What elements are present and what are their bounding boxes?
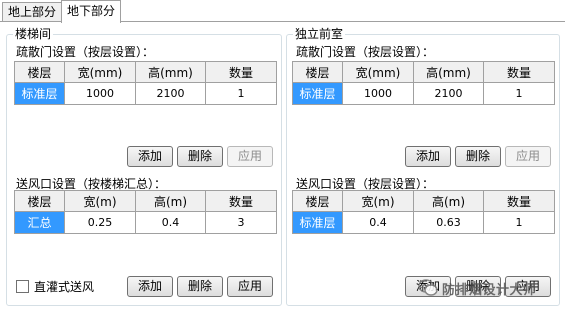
stair-door-table: 楼层 宽(mm) 高(mm) 数量 标准层 1000 2100 1 (14, 61, 277, 105)
stair-vent-delete-button[interactable]: 删除 (177, 276, 223, 297)
wechat-icon (418, 279, 438, 296)
stair-door-add-button[interactable]: 添加 (127, 146, 173, 167)
column-header-width: 宽(m) (342, 190, 414, 212)
column-header-floor: 楼层 (292, 61, 343, 83)
antechamber-door-add-button[interactable]: 添加 (405, 146, 451, 167)
width-cell[interactable]: 0.25 (64, 211, 136, 234)
direct-supply-checkbox-row[interactable]: 直灌式送风 (16, 278, 94, 294)
column-header-count: 数量 (483, 61, 555, 83)
height-cell[interactable]: 2100 (413, 82, 484, 105)
width-cell[interactable]: 1000 (64, 82, 136, 105)
floor-cell[interactable]: 汇总 (14, 211, 65, 234)
stair-vent-add-button[interactable]: 添加 (127, 276, 173, 297)
antechamber-vent-table: 楼层 宽(m) 高(m) 数量 标准层 0.4 0.63 1 (292, 190, 555, 234)
stair-vent-apply-button[interactable]: 应用 (227, 276, 273, 297)
count-cell[interactable]: 1 (483, 82, 555, 105)
width-cell[interactable]: 1000 (342, 82, 414, 105)
width-cell[interactable]: 0.4 (342, 211, 414, 234)
column-header-width: 宽(mm) (64, 61, 136, 83)
table-row[interactable]: 标准层 1000 2100 1 (292, 82, 555, 105)
column-header-floor: 楼层 (14, 190, 65, 212)
stair-vent-table: 楼层 宽(m) 高(m) 数量 汇总 0.25 0.4 3 (14, 190, 277, 234)
antechamber-door-settings-label: 疏散门设置（按层设置）： (296, 45, 435, 59)
count-cell[interactable]: 3 (205, 211, 277, 234)
count-cell[interactable]: 1 (483, 211, 555, 234)
table-header-row: 楼层 宽(m) 高(m) 数量 (292, 190, 555, 212)
column-header-count: 数量 (205, 61, 277, 83)
table-row[interactable]: 汇总 0.25 0.4 3 (14, 211, 277, 234)
table-header-row: 楼层 宽(mm) 高(mm) 数量 (14, 61, 277, 83)
stair-door-apply-button[interactable]: 应用 (227, 146, 273, 167)
table-header-row: 楼层 宽(mm) 高(mm) 数量 (292, 61, 555, 83)
table-row[interactable]: 标准层 1000 2100 1 (14, 82, 277, 105)
column-header-count: 数量 (483, 190, 555, 212)
column-header-height: 高(mm) (413, 61, 484, 83)
count-cell[interactable]: 1 (205, 82, 277, 105)
floor-cell[interactable]: 标准层 (14, 82, 65, 105)
column-header-floor: 楼层 (292, 190, 343, 212)
floor-cell[interactable]: 标准层 (292, 82, 343, 105)
tab-above-ground[interactable]: 地上部分 (2, 2, 62, 22)
direct-supply-label: 直灌式送风 (34, 279, 95, 294)
height-cell[interactable]: 0.4 (135, 211, 206, 234)
column-header-floor: 楼层 (14, 61, 65, 83)
watermark-text: 防排烟设计大师 (442, 282, 537, 298)
column-header-width: 宽(mm) (342, 61, 414, 83)
direct-supply-checkbox[interactable] (16, 279, 29, 293)
antechamber-door-table: 楼层 宽(mm) 高(mm) 数量 标准层 1000 2100 1 (292, 61, 555, 105)
tab-content: 楼梯间 疏散门设置（按层设置）： 楼层 宽(mm) 高(mm) 数量 标准层 1… (0, 22, 565, 310)
column-header-height: 高(mm) (135, 61, 206, 83)
height-cell[interactable]: 2100 (135, 82, 206, 105)
stair-door-delete-button[interactable]: 删除 (177, 146, 223, 167)
table-row[interactable]: 标准层 0.4 0.63 1 (292, 211, 555, 234)
tab-below-ground[interactable]: 地下部分 (61, 0, 121, 23)
antechamber-group-title: 独立前室 (293, 26, 346, 42)
column-header-width: 宽(m) (64, 190, 136, 212)
watermark: 防排烟设计大师 (418, 277, 537, 299)
tab-bar: 地上部分 地下部分 (0, 0, 565, 23)
antechamber-door-delete-button[interactable]: 删除 (455, 146, 501, 167)
table-header-row: 楼层 宽(m) 高(m) 数量 (14, 190, 277, 212)
stair-door-settings-label: 疏散门设置（按层设置）： (16, 45, 155, 59)
column-header-height: 高(m) (413, 190, 484, 212)
column-header-count: 数量 (205, 190, 277, 212)
column-header-height: 高(m) (135, 190, 206, 212)
stair-group-title: 楼梯间 (13, 26, 54, 42)
floor-cell[interactable]: 标准层 (292, 211, 343, 234)
height-cell[interactable]: 0.63 (413, 211, 484, 234)
antechamber-door-apply-button[interactable]: 应用 (505, 146, 551, 167)
